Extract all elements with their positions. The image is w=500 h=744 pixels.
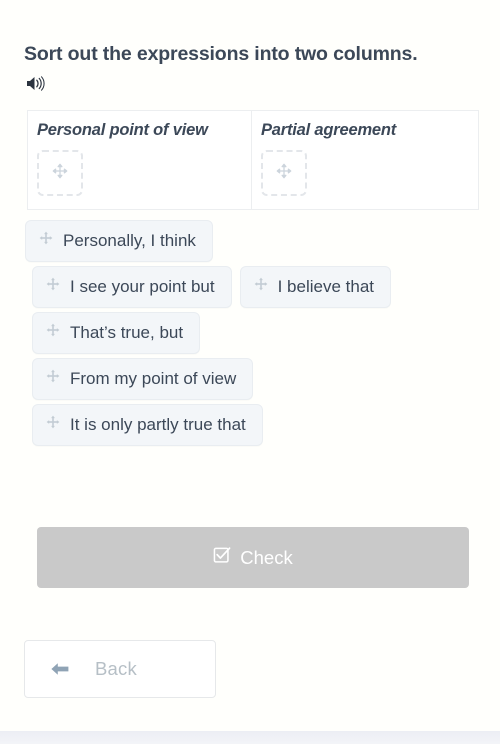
draggable-chip-i-believe-that[interactable]: I believe that [239, 266, 391, 308]
back-button[interactable]: Back [24, 640, 216, 698]
move-icon [45, 414, 61, 436]
back-button-label: Back [95, 658, 137, 679]
draggable-chip-thats-true-but[interactable]: That’s true, but [32, 312, 201, 354]
column-header: Partial agreement [261, 121, 397, 139]
chip-row: From my point of view [24, 358, 480, 400]
column-header: Personal point of view [37, 121, 208, 139]
chip-row: I see your point but I believe that [24, 266, 480, 308]
chip-row: It is only partly true that [24, 404, 480, 446]
arrow-left-icon [25, 660, 95, 678]
audio-play-button[interactable] [26, 74, 66, 98]
move-icon [51, 162, 69, 185]
check-button-label: Check [240, 546, 293, 568]
draggable-chip-from-my-point-of-view[interactable]: From my point of view [32, 358, 254, 400]
exercise-page: Sort out the expressions into two column… [0, 0, 500, 744]
check-button[interactable]: Check [37, 527, 469, 588]
move-icon [45, 322, 61, 344]
move-icon [45, 276, 61, 298]
chip-label: I see your point but [70, 277, 215, 296]
move-icon [275, 162, 293, 185]
chip-label: It is only partly true that [70, 415, 246, 434]
footer-band [0, 731, 500, 744]
sort-column-partial-agreement: Partial agreement [252, 111, 478, 209]
chip-label: That’s true, but [70, 323, 184, 342]
speaker-icon[interactable] [26, 75, 45, 97]
sort-column-personal-point-of-view: Personal point of view [28, 111, 252, 209]
chip-label: Personally, I think [63, 231, 196, 250]
sorting-table: Personal point of view Partial agreement [27, 110, 479, 210]
drop-zone-personal-point-of-view[interactable] [37, 150, 83, 196]
chip-label: I believe that [277, 277, 374, 296]
move-icon [38, 230, 54, 252]
page-title: Sort out the expressions into two column… [24, 43, 418, 65]
chip-row: That’s true, but [24, 312, 480, 354]
checkbox-checked-icon [213, 546, 231, 569]
chip-label: From my point of view [70, 369, 237, 388]
draggable-chip-personally-i-think[interactable]: Personally, I think [25, 220, 213, 262]
drop-zone-partial-agreement[interactable] [261, 150, 307, 196]
draggable-chip-i-see-your-point-but[interactable]: I see your point but [32, 266, 232, 308]
draggable-chips-area: Personally, I think I see your point but… [24, 220, 480, 450]
move-icon [45, 368, 61, 390]
draggable-chip-it-is-only-partly-true-that[interactable]: It is only partly true that [32, 404, 263, 446]
move-icon [253, 276, 269, 298]
chip-row: Personally, I think [24, 220, 480, 262]
